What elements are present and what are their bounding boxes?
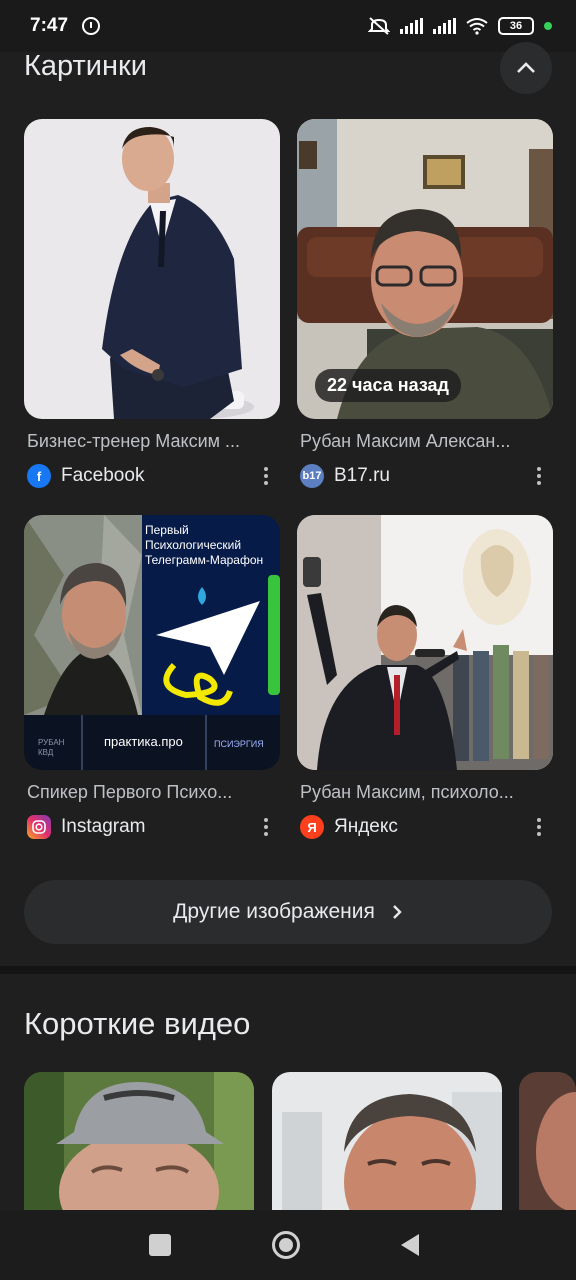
more-options-icon[interactable] xyxy=(527,818,551,836)
more-options-icon[interactable] xyxy=(254,818,278,836)
more-images-label: Другие изображения xyxy=(173,900,375,923)
image-thumbnail[interactable] xyxy=(24,119,280,419)
b17-icon: b17 xyxy=(300,464,324,488)
video-thumbnail xyxy=(272,1072,502,1212)
image-card-title[interactable]: Рубан Максим Алексан... xyxy=(297,431,553,452)
image-source-row[interactable]: b17 B17.ru xyxy=(297,464,553,488)
facebook-icon: f xyxy=(27,464,51,488)
video-thumbnail xyxy=(519,1072,576,1212)
chevron-right-icon xyxy=(392,905,402,919)
more-options-icon[interactable] xyxy=(254,467,278,485)
image-result-card[interactable]: 22 часа назад Рубан Максим Алексан... b1… xyxy=(297,119,553,488)
stage-presentation-photo xyxy=(297,515,553,770)
marathon-text: Первый Психологический Телеграмм-Марафон xyxy=(145,523,264,567)
back-icon[interactable] xyxy=(399,1232,421,1258)
navigation-bar xyxy=(0,1210,576,1280)
alarm-icon xyxy=(82,17,101,35)
recents-icon[interactable] xyxy=(149,1234,171,1256)
section-divider xyxy=(0,966,576,974)
yandex-icon: Я xyxy=(300,815,324,839)
image-result-card[interactable]: Рубан Максим, психоло... Я Яндекс xyxy=(297,515,553,839)
image-thumbnail[interactable]: 22 часа назад xyxy=(297,119,553,419)
status-bar: 7:47 36 xyxy=(0,0,576,52)
home-icon[interactable] xyxy=(272,1231,300,1259)
time-badge: 22 часа назад xyxy=(315,369,461,402)
image-result-card[interactable]: Бизнес-тренер Максим ... f Facebook xyxy=(24,119,280,488)
more-images-button[interactable]: Другие изображения xyxy=(24,880,552,944)
signal-icon-2 xyxy=(433,18,456,34)
collapse-button[interactable] xyxy=(500,42,552,94)
mute-icon xyxy=(368,17,390,35)
image-source-name[interactable]: Facebook xyxy=(61,465,144,487)
signal-icon xyxy=(400,18,423,34)
video-card[interactable] xyxy=(24,1072,254,1212)
image-source-row[interactable]: f Facebook xyxy=(24,464,280,488)
practica-text: практика.про xyxy=(104,734,183,749)
image-thumbnail[interactable]: РУБАН КВД ПСИЭРГИЯ Первый Психологически… xyxy=(24,515,280,770)
privacy-dot xyxy=(544,22,552,30)
image-thumbnail[interactable] xyxy=(297,515,553,770)
svg-text:КВД: КВД xyxy=(38,748,54,757)
more-options-icon[interactable] xyxy=(527,467,551,485)
image-source-name[interactable]: B17.ru xyxy=(334,465,390,487)
wifi-icon xyxy=(466,18,488,35)
image-card-title[interactable]: Спикер Первого Психо... xyxy=(24,782,280,803)
videos-section-title: Короткие видео xyxy=(24,1006,251,1041)
video-thumbnail xyxy=(24,1072,254,1212)
image-source-row[interactable]: Я Яндекс xyxy=(297,815,553,839)
images-section-title: Картинки xyxy=(24,50,147,82)
svg-text:РУБАН: РУБАН xyxy=(38,738,65,747)
video-card[interactable] xyxy=(519,1072,576,1212)
svg-text:ПСИЭРГИЯ: ПСИЭРГИЯ xyxy=(214,739,264,749)
image-source-name[interactable]: Яндекс xyxy=(334,816,398,838)
image-result-card[interactable]: РУБАН КВД ПСИЭРГИЯ Первый Психологически… xyxy=(24,515,280,839)
status-time: 7:47 xyxy=(30,15,69,36)
chevron-up-icon xyxy=(517,62,535,73)
instagram-icon xyxy=(27,815,51,839)
video-card[interactable] xyxy=(272,1072,502,1212)
business-coach-photo xyxy=(24,119,280,419)
image-card-title[interactable]: Рубан Максим, психоло... xyxy=(297,782,553,803)
image-source-row[interactable]: Instagram xyxy=(24,815,280,839)
image-source-name[interactable]: Instagram xyxy=(61,816,145,838)
image-card-title[interactable]: Бизнес-тренер Максим ... xyxy=(24,431,280,452)
battery-icon: 36 xyxy=(498,17,534,35)
